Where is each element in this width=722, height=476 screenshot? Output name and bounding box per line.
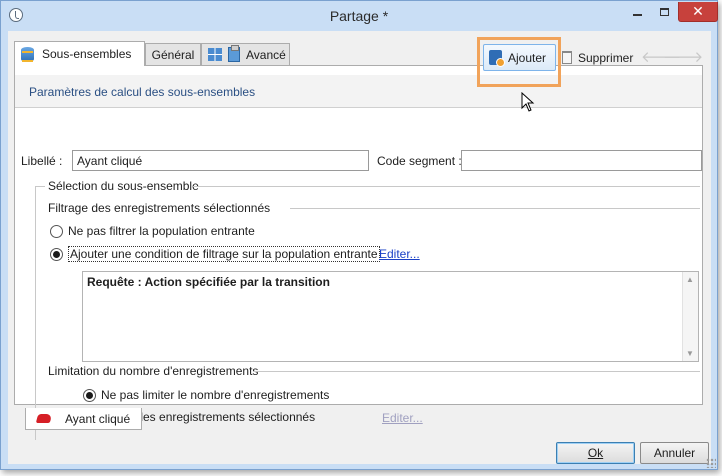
libelle-label: Libellé :	[21, 154, 63, 168]
minimize-icon	[632, 14, 642, 16]
close-icon: ✕	[692, 3, 704, 19]
section-divider	[35, 186, 45, 187]
radio-label: Ajouter une condition de filtrage sur la…	[68, 246, 380, 262]
subheader-title: Paramètres de calcul des sous-ensembles	[29, 85, 256, 99]
limit-section-title: Limitation du nombre d'enregistrements	[48, 364, 259, 378]
tab-panel: Paramètres de calcul des sous-ensembles …	[14, 65, 703, 440]
maximize-icon	[659, 8, 669, 16]
add-button-label: Ajouter	[508, 50, 547, 65]
radio-no-limit[interactable]: Ne pas limiter le nombre d'enregistremen…	[83, 388, 329, 402]
tab-label: Avancé	[246, 47, 286, 62]
query-textarea[interactable]: Requête : Action spécifiée par la transi…	[82, 271, 699, 362]
cancel-label: Annuler	[653, 446, 696, 460]
nav-arrows: 🡐 🡒	[641, 47, 703, 66]
trash-icon	[562, 51, 572, 64]
resize-grip[interactable]	[706, 458, 716, 468]
ok-label: Ok	[587, 446, 604, 460]
ok-button[interactable]: Ok	[556, 442, 635, 464]
code-segment-label: Code segment :	[377, 154, 462, 168]
limit-divider	[253, 371, 700, 372]
maximize-button[interactable]	[651, 2, 677, 22]
radio-button[interactable]	[50, 224, 63, 238]
close-button[interactable]: ✕	[678, 2, 718, 22]
query-scrollbar[interactable]: ▲ ▼	[682, 272, 698, 361]
scroll-up-icon[interactable]: ▲	[686, 275, 694, 284]
code-segment-field[interactable]	[461, 150, 702, 171]
stamp-icon	[35, 414, 53, 423]
arrow-right-icon[interactable]: 🡒	[663, 47, 703, 66]
edit-limit-link[interactable]: Editer...	[382, 411, 423, 425]
subset-section-title: Sélection du sous-ensemble	[48, 179, 199, 193]
filtering-title: Filtrage des enregistrements sélectionné…	[48, 201, 271, 215]
tab-sous-ensembles[interactable]: Sous-ensembles	[14, 41, 145, 66]
mouse-cursor-icon	[521, 92, 535, 112]
libelle-field[interactable]: Ayant cliqué	[72, 150, 369, 171]
title-bar[interactable]: Partage * ✕	[1, 1, 718, 31]
section-divider	[193, 186, 700, 187]
scroll-down-icon[interactable]: ▼	[686, 349, 694, 358]
section-border	[35, 186, 36, 440]
delete-button-label: Supprimer	[578, 50, 634, 65]
radio-no-filter[interactable]: Ne pas filtrer la population entrante	[50, 224, 255, 238]
database-icon	[21, 46, 34, 62]
radio-label: Ne pas limiter le nombre d'enregistremen…	[101, 388, 330, 402]
tab-general[interactable]: Général	[145, 43, 201, 65]
bottom-tab-label: Ayant cliqué	[65, 411, 131, 426]
tab-label: Général	[151, 47, 195, 62]
grid-icon	[208, 48, 222, 61]
cancel-button[interactable]: Annuler	[640, 442, 709, 464]
add-button[interactable]: Ajouter	[483, 44, 556, 71]
subheader-bar: Paramètres de calcul des sous-ensembles	[15, 75, 702, 108]
radio-label: Ne pas filtrer la population entrante	[68, 224, 255, 238]
filtering-divider	[290, 208, 700, 209]
window-title: Partage *	[329, 8, 389, 24]
add-subset-icon	[489, 50, 505, 67]
edit-filter-link[interactable]: Editer...	[379, 247, 420, 261]
dialog-client-area: Sous-ensembles Général Avancé Paramètres…	[8, 31, 711, 464]
tab-label: Sous-ensembles	[42, 47, 132, 61]
tab-avance[interactable]: Avancé	[201, 43, 290, 65]
arrow-left-icon[interactable]: 🡐	[641, 47, 681, 66]
clipboard-icon	[228, 45, 240, 62]
radio-add-condition[interactable]: Ajouter une condition de filtrage sur la…	[50, 246, 380, 262]
radio-button-selected[interactable]	[50, 247, 63, 261]
radio-button-selected[interactable]	[83, 388, 96, 402]
minimize-button[interactable]	[623, 2, 651, 22]
bottom-tab-ayant-clique[interactable]: Ayant cliqué	[25, 408, 142, 430]
query-text: Requête : Action spécifiée par la transi…	[87, 275, 330, 289]
delete-button[interactable]: Supprimer	[560, 44, 638, 71]
